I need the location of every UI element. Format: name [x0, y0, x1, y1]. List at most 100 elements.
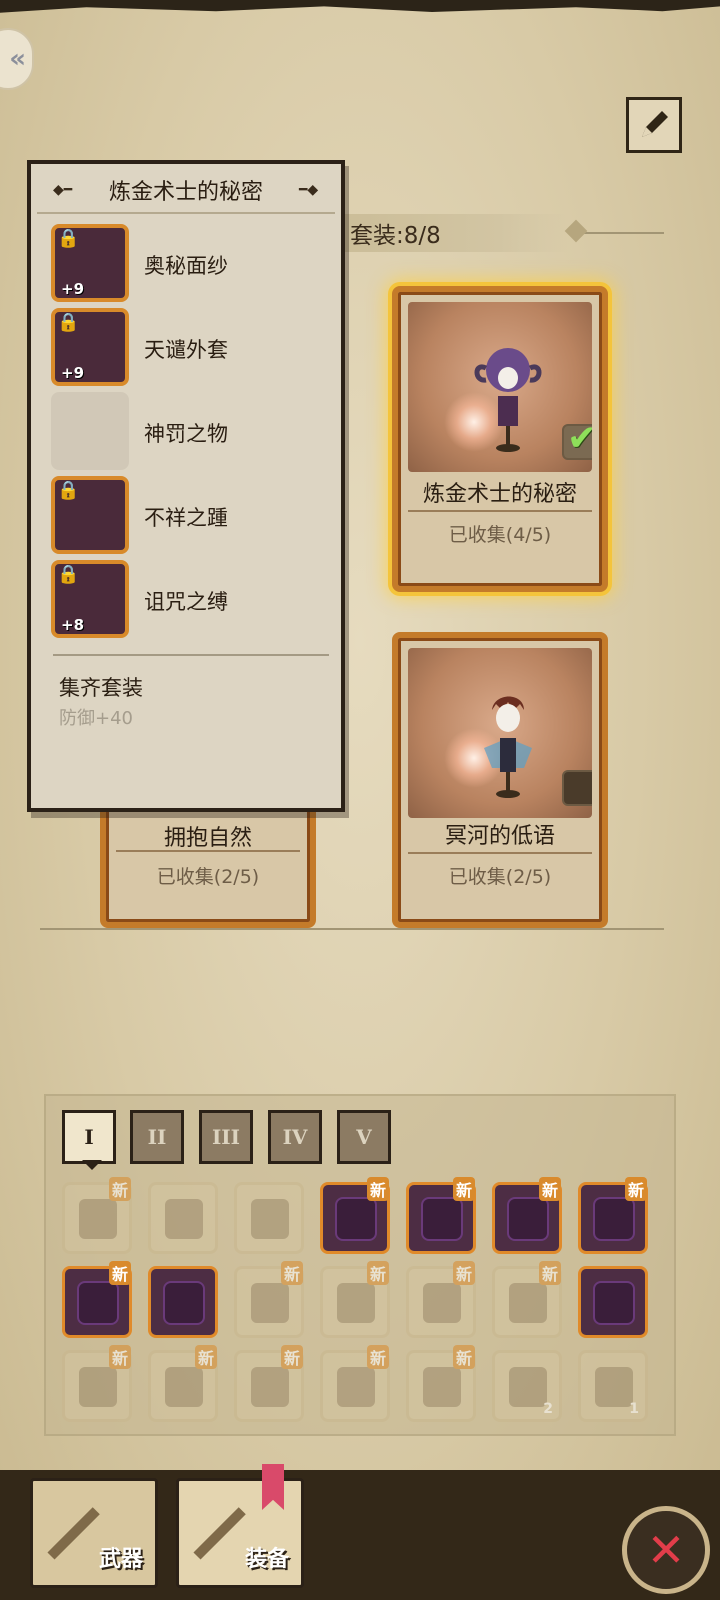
- new-badge: 新: [366, 1177, 389, 1201]
- set-checkbox[interactable]: [562, 770, 592, 806]
- satchel-icon: [423, 1367, 461, 1407]
- axe-icon: [79, 1199, 117, 1239]
- inventory-slot[interactable]: 2: [492, 1350, 562, 1422]
- set-item-row[interactable]: 神罚之物: [51, 392, 341, 472]
- item-name: 奥秘面纱: [144, 254, 228, 278]
- tooltip-title: 炼金术士的秘密: [108, 180, 263, 205]
- new-badge: 新: [366, 1345, 389, 1369]
- tab-label: II: [147, 1125, 167, 1149]
- gauntlet-icon: [165, 1367, 203, 1407]
- set-card-progress: 已收集(2/5): [156, 866, 260, 888]
- set-bonus-title: 集齐套装: [59, 676, 143, 700]
- tab-tier-3[interactable]: III: [199, 1110, 253, 1164]
- edit-button[interactable]: [626, 97, 682, 153]
- new-badge: 新: [108, 1261, 131, 1285]
- close-icon: ✕: [646, 1523, 686, 1577]
- inventory-slot[interactable]: 新: [62, 1261, 132, 1338]
- inventory-slot[interactable]: 新: [320, 1177, 390, 1254]
- set-checkbox[interactable]: ✔: [562, 418, 592, 460]
- set-card-title: 炼金术士的秘密: [422, 482, 577, 507]
- new-badge: 新: [194, 1345, 217, 1369]
- chest-armor-icon: [423, 1283, 461, 1323]
- item-name: 诅咒之缚: [144, 590, 228, 614]
- inventory-slot[interactable]: 新: [406, 1261, 476, 1338]
- set-count-text: 套装:8/8: [350, 223, 441, 249]
- inventory-slot[interactable]: 新: [62, 1345, 132, 1422]
- tab-tier-5[interactable]: V: [337, 1110, 391, 1164]
- alchemist-character-icon: [474, 348, 542, 452]
- set-card-styx-whisper[interactable]: 冥河的低语 已收集(2/5): [392, 632, 608, 928]
- item-name: 不祥之踵: [144, 506, 228, 530]
- inventory-slot[interactable]: 新: [492, 1261, 562, 1338]
- equipment-label: 装备: [244, 1547, 289, 1572]
- character-portrait: ✔: [408, 302, 592, 472]
- double-chevron-left-icon: «: [9, 44, 26, 74]
- set-area-top-line: [584, 232, 664, 234]
- set-item-row[interactable]: 🔒 +8 诅咒之缚: [51, 560, 341, 640]
- set-item-row[interactable]: 🔒 不祥之踵: [51, 476, 341, 556]
- tab-label: IV: [282, 1125, 308, 1149]
- set-card-title: 拥抱自然: [163, 826, 252, 851]
- new-badge: 新: [366, 1261, 389, 1285]
- inventory-slot[interactable]: [148, 1182, 218, 1254]
- cloak-icon: [337, 1367, 375, 1407]
- tools-icon: [165, 1199, 203, 1239]
- set-item-row[interactable]: 🔒 +9 奥秘面纱: [51, 224, 341, 304]
- shovel-icon: [509, 1367, 547, 1407]
- inventory-slot[interactable]: [234, 1182, 304, 1254]
- inventory-slot[interactable]: 新: [320, 1261, 390, 1338]
- set-card-divider: [116, 850, 300, 852]
- moss-icon: [595, 1367, 633, 1407]
- dark-armor-icon: [595, 1199, 633, 1239]
- set-card-alchemist-secret[interactable]: ✔ 炼金术士的秘密 已收集(4/5): [392, 286, 608, 592]
- dark-armor-icon: [79, 1283, 117, 1323]
- ominous-heel-icon: 🔒: [51, 476, 129, 554]
- lock-icon: 🔒: [57, 564, 80, 585]
- sword-icon: [193, 1507, 246, 1560]
- close-button[interactable]: ✕: [622, 1506, 710, 1594]
- tab-tier-1[interactable]: I: [62, 1110, 116, 1164]
- tab-label: III: [211, 1125, 241, 1149]
- set-item-row[interactable]: 🔒 +9 天谴外套: [51, 308, 341, 388]
- bat-armor-icon: [251, 1283, 289, 1323]
- set-card-divider: [408, 510, 592, 512]
- new-badge: 新: [280, 1261, 303, 1285]
- inventory-slot[interactable]: 新: [492, 1177, 562, 1254]
- set-count-header: 套装:8/8: [340, 214, 568, 252]
- new-badge: 新: [108, 1177, 131, 1201]
- tab-tier-2[interactable]: II: [130, 1110, 184, 1164]
- set-card-embrace-nature[interactable]: 拥抱自然 已收集(2/5): [100, 800, 316, 928]
- checkmark-icon: ✔: [567, 418, 592, 459]
- tunic-icon: [509, 1283, 547, 1323]
- inventory-slot[interactable]: 1: [578, 1350, 648, 1422]
- inventory-slot[interactable]: 新: [62, 1177, 132, 1254]
- inventory-slot[interactable]: 新: [234, 1345, 304, 1422]
- inventory-slot[interactable]: [148, 1266, 218, 1338]
- weapons-tab-button[interactable]: 武器: [30, 1478, 158, 1588]
- new-badge: 新: [280, 1345, 303, 1369]
- inventory-slot[interactable]: 新: [578, 1177, 648, 1254]
- inventory-slot[interactable]: 新: [406, 1345, 476, 1422]
- inventory-slot[interactable]: 新: [234, 1261, 304, 1338]
- inventory-slot[interactable]: 新: [406, 1177, 476, 1254]
- arcane-veil-icon: 🔒 +9: [51, 224, 129, 302]
- new-badge: 新: [452, 1345, 475, 1369]
- tab-tier-4[interactable]: IV: [268, 1110, 322, 1164]
- equipment-tab-button[interactable]: 装备: [176, 1478, 304, 1588]
- ring-icon: [251, 1367, 289, 1407]
- set-card-divider: [408, 852, 592, 854]
- inventory-slot[interactable]: 新: [148, 1345, 218, 1422]
- set-card-title: 冥河的低语: [444, 824, 555, 849]
- item-level: +9: [61, 280, 85, 298]
- armor-icon: [251, 1199, 289, 1239]
- inventory-slot[interactable]: 新: [320, 1345, 390, 1422]
- inventory-slot[interactable]: [578, 1266, 648, 1338]
- sword-icon: [47, 1507, 100, 1560]
- tooltip-separator: [53, 654, 329, 656]
- pencil-icon: [642, 111, 668, 137]
- new-badge: 新: [538, 1177, 561, 1201]
- item-name: 神罚之物: [144, 422, 228, 446]
- weapons-label: 武器: [98, 1547, 143, 1572]
- lock-icon: 🔒: [57, 312, 80, 333]
- item-level: +8: [61, 616, 85, 634]
